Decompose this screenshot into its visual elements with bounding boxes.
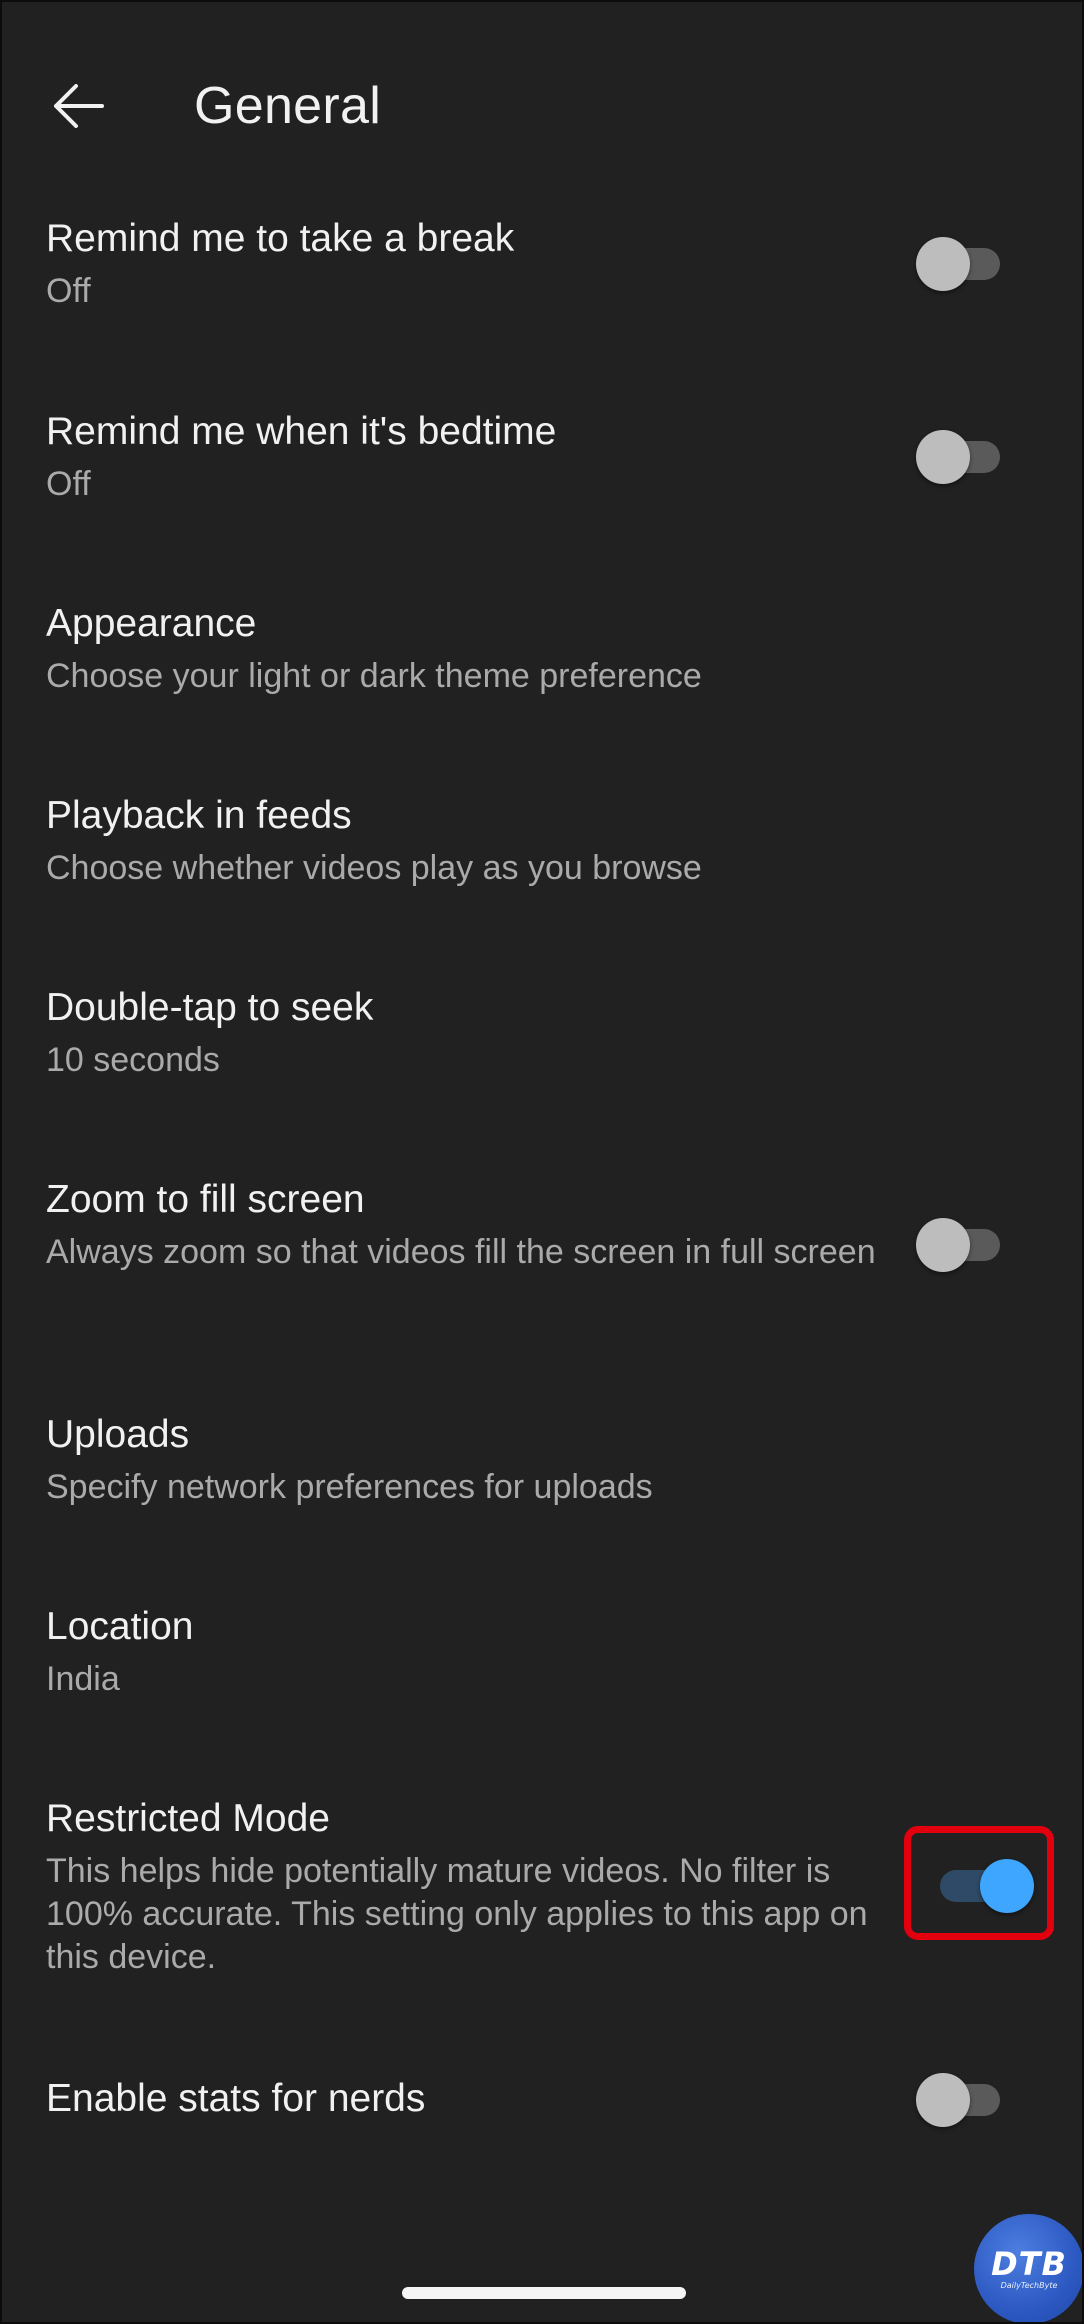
setting-location[interactable]: Location India (2, 1580, 1082, 1730)
setting-bedtime-reminder[interactable]: Remind me when it's bedtime Off (2, 385, 1082, 535)
setting-subtitle: India (46, 1660, 120, 1698)
bedtime-toggle[interactable] (916, 427, 1000, 487)
setting-subtitle: Choose your light or dark theme preferen… (46, 657, 702, 695)
setting-subtitle: Off (46, 272, 91, 310)
setting-appearance[interactable]: Appearance Choose your light or dark the… (2, 577, 1082, 727)
setting-subtitle: Off (46, 465, 91, 503)
toggle-knob (916, 2073, 970, 2127)
setting-title: Double-tap to seek (46, 986, 374, 1029)
stats-for-nerds-toggle[interactable] (916, 2070, 1000, 2130)
page-title: General (194, 77, 382, 135)
dtb-watermark-logo: DTB DailyTechByte (974, 2214, 1082, 2322)
setting-title: Appearance (46, 602, 257, 645)
setting-title: Remind me to take a break (46, 217, 515, 260)
settings-screen: General Remind me to take a break Off Re… (0, 0, 1084, 2324)
watermark-text: DTB (991, 2245, 1067, 2283)
setting-title: Restricted Mode (46, 1797, 330, 1840)
setting-title: Remind me when it's bedtime (46, 410, 557, 453)
highlight-annotation-box (904, 1826, 1054, 1940)
watermark-subtext: DailyTechByte (1000, 2281, 1058, 2290)
setting-subtitle: Specify network preferences for uploads (46, 1468, 653, 1506)
arrow-left-icon (54, 84, 104, 128)
setting-double-tap-seek[interactable]: Double-tap to seek 10 seconds (2, 961, 1082, 1111)
setting-playback-in-feeds[interactable]: Playback in feeds Choose whether videos … (2, 769, 1082, 919)
toggle-knob (916, 237, 970, 291)
setting-title: Enable stats for nerds (46, 2077, 426, 2120)
setting-subtitle: 10 seconds (46, 1041, 220, 1079)
setting-uploads[interactable]: Uploads Specify network preferences for … (2, 1388, 1082, 1538)
app-bar: General (2, 2, 1082, 202)
setting-stats-for-nerds[interactable]: Enable stats for nerds (2, 2052, 1082, 2172)
back-button[interactable] (38, 66, 118, 146)
setting-title: Playback in feeds (46, 794, 352, 837)
setting-title: Location (46, 1605, 194, 1648)
setting-title: Zoom to fill screen (46, 1178, 365, 1221)
take-a-break-toggle[interactable] (916, 234, 1000, 294)
home-indicator[interactable] (402, 2287, 686, 2299)
setting-subtitle: Always zoom so that videos fill the scre… (46, 1233, 876, 1271)
toggle-knob (916, 1218, 970, 1272)
setting-subtitle: This helps hide potentially mature video… (46, 1852, 868, 1976)
setting-zoom-to-fill[interactable]: Zoom to fill screen Always zoom so that … (2, 1153, 1082, 1343)
setting-subtitle: Choose whether videos play as you browse (46, 849, 702, 887)
zoom-to-fill-toggle[interactable] (916, 1215, 1000, 1275)
setting-title: Uploads (46, 1413, 190, 1456)
toggle-knob (916, 430, 970, 484)
setting-take-a-break[interactable]: Remind me to take a break Off (2, 192, 1082, 342)
